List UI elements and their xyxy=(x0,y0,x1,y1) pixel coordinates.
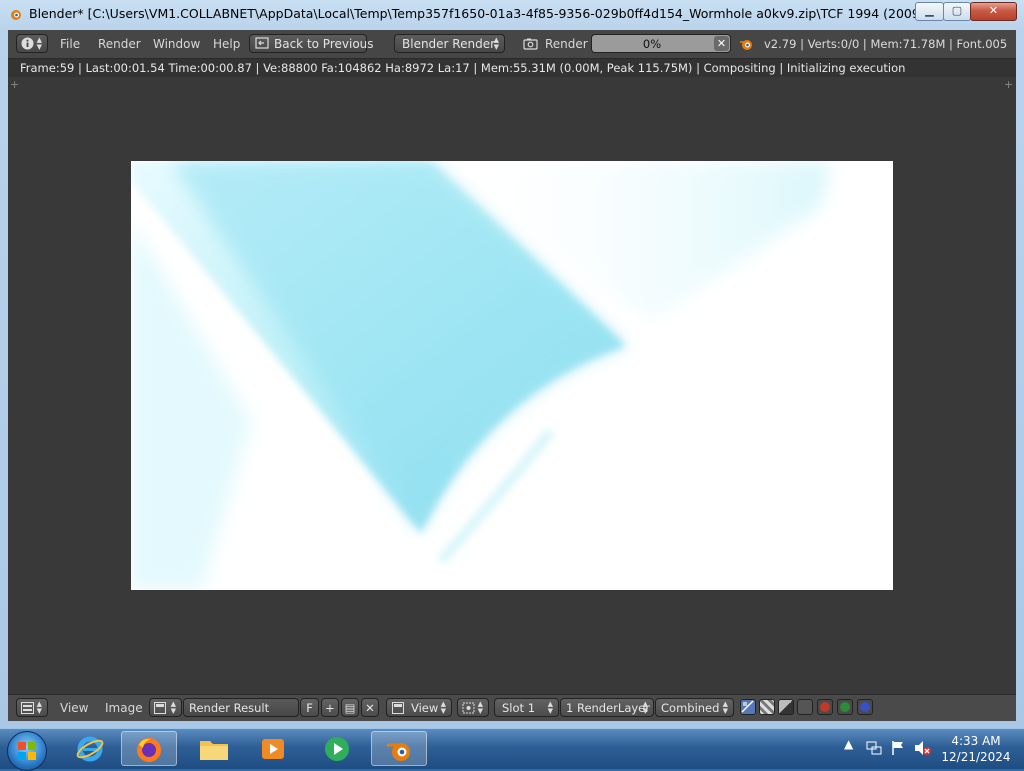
new-image-button[interactable]: + xyxy=(321,698,339,717)
plus-icon: + xyxy=(325,701,335,715)
fake-user-button[interactable]: F xyxy=(300,698,319,717)
fake-user-label: F xyxy=(306,701,313,715)
info-icon xyxy=(21,37,34,50)
image-name-field[interactable]: Render Result xyxy=(183,698,299,717)
render-layer-select[interactable]: 1 RenderLayer ▲ ▼ xyxy=(560,698,654,717)
blender-logo-icon xyxy=(387,743,410,761)
back-to-previous-label: Back to Previous xyxy=(274,37,374,51)
draw-image-alpha-button[interactable] xyxy=(740,699,756,715)
back-to-previous-button[interactable]: Back to Previous xyxy=(249,34,374,53)
maximize-button[interactable]: ▢ xyxy=(943,2,971,21)
render-progress-bar: 0% ✕ xyxy=(591,34,731,53)
unlink-image-button[interactable]: ✕ xyxy=(361,698,379,717)
clock-time: 4:33 AM xyxy=(951,734,1001,748)
render-engine-select[interactable]: Blender Render ▲ ▼ xyxy=(394,34,505,53)
action-center-flag-icon[interactable] xyxy=(891,740,905,756)
folder-icon xyxy=(200,741,228,760)
open-image-button[interactable]: ▤ xyxy=(341,698,359,717)
show-blue-channel-button[interactable] xyxy=(857,699,873,715)
region-expand-icon[interactable]: + xyxy=(10,78,19,91)
render-pass-select[interactable]: Combined ▲ ▼ xyxy=(655,698,734,717)
blender-client-area: ▲ ▼ File Render Window Help Back to Previ… xyxy=(8,30,1016,721)
blender-logo-icon xyxy=(11,10,21,20)
image-browse-icon xyxy=(154,702,166,714)
taskbar-blender[interactable] xyxy=(371,731,427,766)
render-engine-value: Blender Render xyxy=(402,37,496,51)
media-center-icon xyxy=(325,737,349,761)
render-progress-text: 0% xyxy=(642,37,662,51)
taskbar-file-explorer[interactable] xyxy=(186,731,242,766)
green-channel-icon xyxy=(840,702,850,712)
close-window-button[interactable]: ✕ xyxy=(970,2,1017,21)
image-name-value: Render Result xyxy=(189,701,270,715)
draw-zbuffer-button[interactable] xyxy=(778,699,794,715)
internet-explorer-icon xyxy=(76,736,104,762)
info-header: ▲ ▼ File Render Window Help Back to Previ… xyxy=(8,30,1016,59)
red-channel-icon xyxy=(820,702,830,712)
volume-muted-icon[interactable] xyxy=(914,740,932,756)
maximize-icon: ▢ xyxy=(951,4,963,17)
camera-icon xyxy=(523,38,538,50)
image-editor-area[interactable]: + + xyxy=(8,77,1016,690)
image-editor-icon xyxy=(21,702,34,714)
cancel-render-button[interactable]: ✕ xyxy=(714,36,729,51)
menu-view[interactable]: View xyxy=(60,701,88,715)
minimize-button[interactable]: ▁ xyxy=(915,2,944,21)
editor-type-selector[interactable]: ▲ ▼ xyxy=(16,698,48,717)
browse-image-button[interactable]: ▲ ▼ xyxy=(149,698,182,717)
minimize-icon: ▁ xyxy=(925,4,934,17)
cancel-icon: ✕ xyxy=(716,37,727,50)
image-editor-header: ▲ ▼ View Image ▲ ▼ Render Result F + ▤ ✕ V… xyxy=(8,694,1016,721)
render-image-content xyxy=(131,161,893,590)
render-pass-value: Combined xyxy=(661,701,720,715)
taskbar-media-player[interactable] xyxy=(246,731,302,766)
draw-alpha-only-button[interactable] xyxy=(797,699,813,715)
region-expand-icon[interactable]: + xyxy=(1004,78,1013,91)
back-screen-icon xyxy=(255,37,269,49)
menu-render[interactable]: Render xyxy=(98,37,141,51)
render-result-image xyxy=(131,161,893,590)
taskbar-internet-explorer[interactable] xyxy=(62,731,118,766)
view-mode-value: View xyxy=(411,701,439,715)
pivot-icon xyxy=(462,702,475,714)
render-layer-value: 1 RenderLayer xyxy=(566,701,650,715)
windows-taskbar: ▲ 4:33 AM 12/21/2024 xyxy=(0,728,1024,771)
render-status-line: Frame:59 | Last:00:01.54 Time:00:00.87 |… xyxy=(8,59,1016,77)
menu-window[interactable]: Window xyxy=(153,37,200,51)
view-mode-select[interactable]: View ▲ ▼ xyxy=(386,698,452,717)
menu-help[interactable]: Help xyxy=(213,37,240,51)
menu-image[interactable]: Image xyxy=(105,701,143,715)
alpha-checker-icon xyxy=(741,700,754,713)
pivot-select[interactable]: ▲ ▼ xyxy=(457,698,489,717)
start-button[interactable] xyxy=(7,731,47,771)
render-label: Render xyxy=(545,37,588,51)
show-green-channel-button[interactable] xyxy=(837,699,853,715)
image-view-icon xyxy=(392,702,404,714)
clock-date: 12/21/2024 xyxy=(941,750,1011,764)
draw-alpha-button[interactable] xyxy=(759,699,775,715)
window-title: Blender* [C:\Users\VM1.COLLABNET\AppData… xyxy=(29,6,1004,21)
blue-channel-icon xyxy=(860,702,870,712)
windows-logo-icon xyxy=(18,742,36,760)
blender-logo-icon xyxy=(740,40,752,50)
show-hidden-icons-button[interactable]: ▲ xyxy=(844,737,853,751)
taskbar-media-center[interactable] xyxy=(310,731,366,766)
show-red-channel-button[interactable] xyxy=(817,699,833,715)
menu-file[interactable]: File xyxy=(60,37,80,51)
folder-icon: ▤ xyxy=(344,701,356,715)
taskbar-firefox[interactable] xyxy=(121,731,177,766)
network-icon[interactable] xyxy=(866,741,882,756)
title-bar: Blender* [C:\Users\VM1.COLLABNET\AppData… xyxy=(0,0,1024,28)
blender-window: Blender* [C:\Users\VM1.COLLABNET\AppData… xyxy=(0,0,1024,728)
slot-value: Slot 1 xyxy=(502,701,536,715)
slot-select[interactable]: Slot 1 ▲ ▼ xyxy=(494,698,559,717)
system-clock[interactable]: 4:33 AM 12/21/2024 xyxy=(936,733,1016,765)
firefox-icon xyxy=(137,738,161,762)
media-player-icon xyxy=(262,739,284,759)
scene-info: v2.79 | Verts:0/0 | Mem:71.78M | Font.00… xyxy=(764,37,1008,51)
close-icon: ✕ xyxy=(988,4,999,17)
editor-type-selector[interactable]: ▲ ▼ xyxy=(16,34,48,53)
close-icon: ✕ xyxy=(365,701,375,715)
